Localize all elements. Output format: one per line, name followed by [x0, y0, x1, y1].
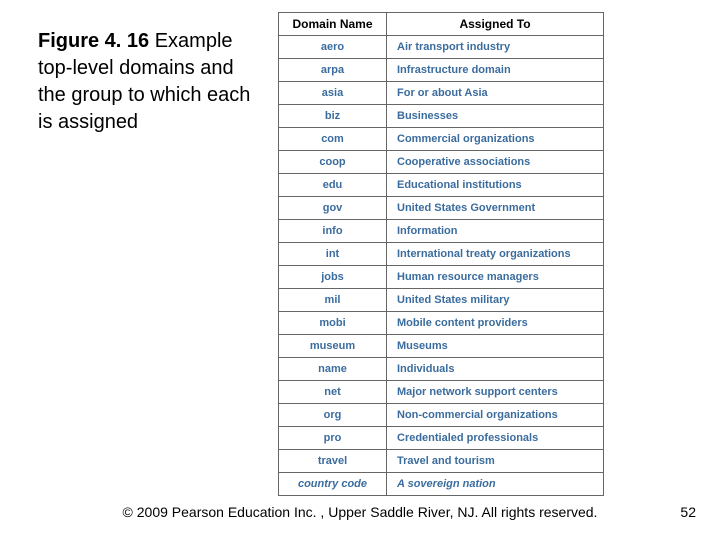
cell-domain: name — [279, 358, 387, 381]
cell-assigned: Information — [387, 220, 604, 243]
cell-assigned: Commercial organizations — [387, 128, 604, 151]
page-number: 52 — [680, 504, 696, 520]
table-row: orgNon-commercial organizations — [279, 404, 604, 427]
cell-domain: org — [279, 404, 387, 427]
table-row: mobiMobile content providers — [279, 312, 604, 335]
table-row: proCredentialed professionals — [279, 427, 604, 450]
cell-domain: asia — [279, 82, 387, 105]
table-row: country codeA sovereign nation — [279, 473, 604, 496]
domain-table: Domain Name Assigned To aeroAir transpor… — [278, 12, 604, 496]
table-row: jobsHuman resource managers — [279, 266, 604, 289]
cell-assigned: Human resource managers — [387, 266, 604, 289]
table-row: asiaFor or about Asia — [279, 82, 604, 105]
cell-assigned: Individuals — [387, 358, 604, 381]
cell-domain: aero — [279, 36, 387, 59]
cell-domain: gov — [279, 197, 387, 220]
table-row: museumMuseums — [279, 335, 604, 358]
table-row: netMajor network support centers — [279, 381, 604, 404]
cell-assigned: Cooperative associations — [387, 151, 604, 174]
cell-assigned: International treaty organizations — [387, 243, 604, 266]
cell-assigned: Mobile content providers — [387, 312, 604, 335]
cell-domain: arpa — [279, 59, 387, 82]
table-row: travelTravel and tourism — [279, 450, 604, 473]
table-row: eduEducational institutions — [279, 174, 604, 197]
figure-label: Figure 4. 16 — [38, 30, 149, 52]
cell-assigned: Infrastructure domain — [387, 59, 604, 82]
col-header-domain: Domain Name — [279, 13, 387, 36]
cell-domain: edu — [279, 174, 387, 197]
cell-assigned: Major network support centers — [387, 381, 604, 404]
domain-table-wrap: Domain Name Assigned To aeroAir transpor… — [278, 12, 604, 496]
cell-domain: pro — [279, 427, 387, 450]
cell-assigned: For or about Asia — [387, 82, 604, 105]
table-row: arpaInfrastructure domain — [279, 59, 604, 82]
col-header-assigned: Assigned To — [387, 13, 604, 36]
table-row: nameIndividuals — [279, 358, 604, 381]
cell-domain: mobi — [279, 312, 387, 335]
cell-assigned: Educational institutions — [387, 174, 604, 197]
cell-domain: jobs — [279, 266, 387, 289]
table-row: comCommercial organizations — [279, 128, 604, 151]
table-row: intInternational treaty organizations — [279, 243, 604, 266]
cell-assigned: Businesses — [387, 105, 604, 128]
cell-assigned: United States military — [387, 289, 604, 312]
cell-assigned: A sovereign nation — [387, 473, 604, 496]
cell-assigned: United States Government — [387, 197, 604, 220]
table-row: milUnited States military — [279, 289, 604, 312]
cell-domain: museum — [279, 335, 387, 358]
cell-assigned: Air transport industry — [387, 36, 604, 59]
cell-domain: int — [279, 243, 387, 266]
cell-domain: country code — [279, 473, 387, 496]
domain-table-body: aeroAir transport industryarpaInfrastruc… — [279, 36, 604, 496]
cell-domain: info — [279, 220, 387, 243]
cell-assigned: Non-commercial organizations — [387, 404, 604, 427]
table-row: bizBusinesses — [279, 105, 604, 128]
cell-assigned: Travel and tourism — [387, 450, 604, 473]
table-row: coopCooperative associations — [279, 151, 604, 174]
cell-domain: biz — [279, 105, 387, 128]
table-row: aeroAir transport industry — [279, 36, 604, 59]
cell-domain: mil — [279, 289, 387, 312]
cell-domain: net — [279, 381, 387, 404]
cell-domain: com — [279, 128, 387, 151]
cell-domain: coop — [279, 151, 387, 174]
figure-caption: Figure 4. 16 Example top-level domains a… — [38, 28, 258, 136]
table-row: govUnited States Government — [279, 197, 604, 220]
cell-assigned: Credentialed professionals — [387, 427, 604, 450]
cell-assigned: Museums — [387, 335, 604, 358]
cell-domain: travel — [279, 450, 387, 473]
copyright: © 2009 Pearson Education Inc. , Upper Sa… — [0, 504, 720, 520]
table-row: infoInformation — [279, 220, 604, 243]
